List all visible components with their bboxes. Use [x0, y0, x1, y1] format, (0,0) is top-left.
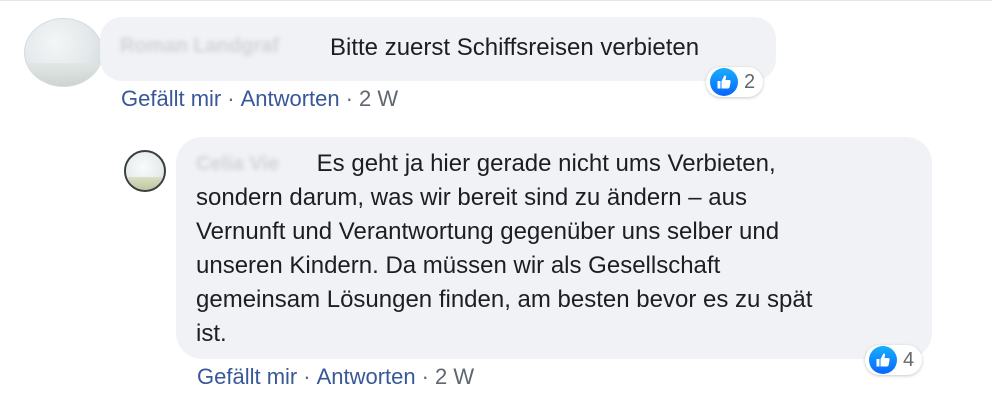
reply-button[interactable]: Antworten — [241, 86, 340, 111]
avatar-image — [126, 176, 164, 190]
comment-author-name[interactable]: Celia Vie — [196, 147, 310, 181]
like-icon — [710, 68, 738, 96]
separator: · — [421, 364, 429, 389]
comment-text-line: unseren Kindern. Da müssen wir als Gesel… — [196, 252, 721, 279]
comment-text-line: ist. — [196, 320, 227, 347]
avatar[interactable] — [24, 18, 103, 87]
comment-text-line: Vernunft und Verantwortung gegenüber uns… — [196, 218, 780, 245]
reaction-count-badge[interactable]: 2 — [706, 67, 764, 97]
comment-actions: Gefällt mir · Antworten · 2 W — [197, 364, 474, 390]
comment-author-name[interactable]: Roman Landgraf — [120, 35, 279, 58]
comment-text-line: gemeinsam Lösungen finden, am besten bev… — [196, 286, 813, 313]
comment-text-line: Es geht ja hier gerade nicht ums Verbiet… — [316, 150, 776, 177]
like-icon — [869, 346, 897, 374]
comment-bubble: Roman Landgraf Bitte zuerst Schiffsreise… — [100, 17, 776, 81]
separator: · — [345, 86, 353, 111]
comment-actions: Gefällt mir · Antworten · 2 W — [121, 86, 398, 112]
comment-bubble: Celia Vie Es geht ja hier gerade nicht u… — [176, 137, 932, 359]
comment-text: Celia Vie Es geht ja hier gerade nicht u… — [196, 147, 916, 351]
separator: · — [227, 86, 235, 111]
comment-text-line: sondern darum, was wir bereit sind zu än… — [196, 184, 747, 211]
avatar-image — [25, 62, 102, 86]
reaction-count: 2 — [744, 70, 756, 93]
comment-timestamp[interactable]: 2 W — [359, 86, 398, 111]
comment-timestamp[interactable]: 2 W — [435, 364, 474, 389]
avatar[interactable] — [124, 150, 166, 192]
reaction-count-badge[interactable]: 4 — [865, 345, 923, 375]
like-button[interactable]: Gefällt mir — [121, 86, 221, 111]
like-button[interactable]: Gefällt mir — [197, 364, 297, 389]
top-divider — [0, 0, 992, 1]
reply-button[interactable]: Antworten — [317, 364, 416, 389]
reaction-count: 4 — [903, 348, 915, 371]
separator: · — [303, 364, 311, 389]
comment-text: Bitte zuerst Schiffsreisen verbieten — [330, 34, 700, 61]
